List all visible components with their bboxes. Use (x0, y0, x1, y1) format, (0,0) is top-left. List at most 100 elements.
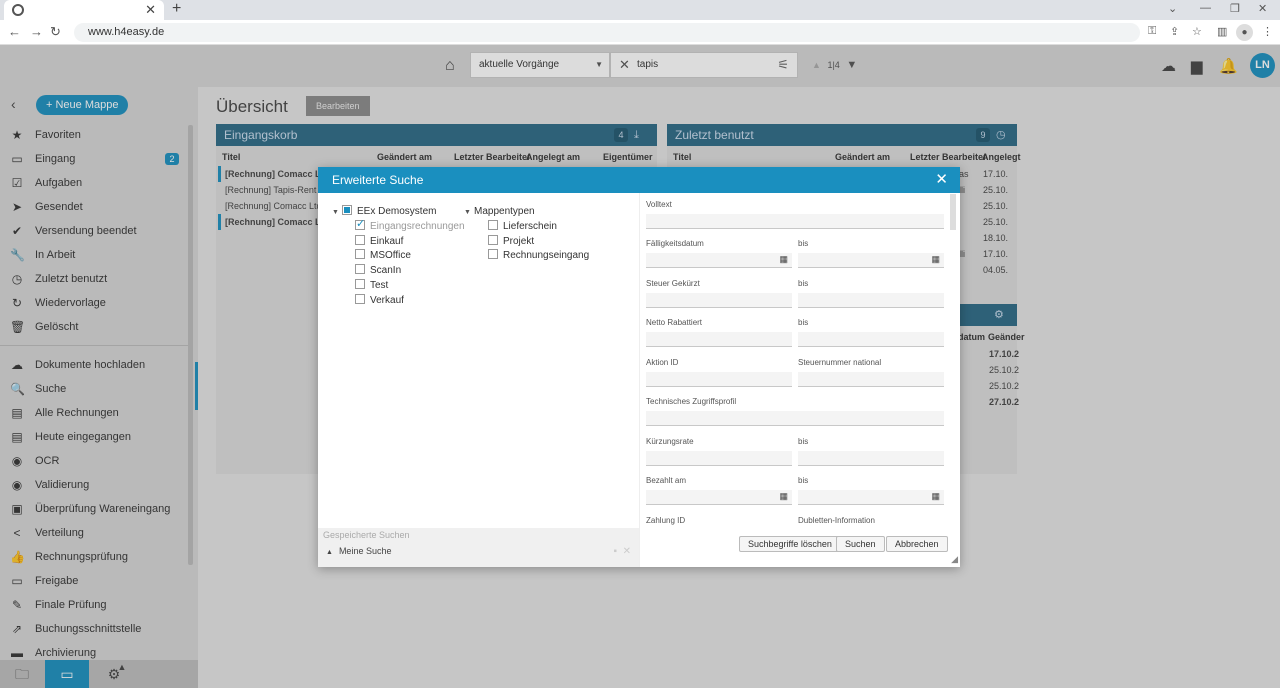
field-label: Dubletten-Information (798, 516, 875, 525)
tree-item-checkbox[interactable] (355, 234, 365, 245)
tree-item[interactable]: ScanIn (355, 263, 401, 278)
tree-item-label: Einkauf (370, 235, 404, 247)
tab-search-icon[interactable]: ⌄ (1168, 2, 1177, 15)
zugriffsprofil-input[interactable] (646, 411, 944, 426)
cancel-button[interactable]: Abbrechen (886, 536, 948, 552)
field-label: bis (798, 318, 809, 327)
tree-item[interactable]: Test (355, 278, 388, 293)
tree-item-checkbox[interactable] (488, 234, 498, 245)
back-icon[interactable]: ← (8, 24, 21, 39)
reload-icon[interactable]: ↻ (50, 24, 61, 40)
tree-item-checkbox[interactable] (355, 278, 365, 289)
tree-item[interactable]: Projekt (488, 234, 534, 249)
tree-item-checkbox[interactable] (355, 264, 365, 275)
faelligkeit-to-input[interactable]: ▦ (798, 253, 944, 268)
bezahlt-am-to-field: bis ▦ (798, 476, 944, 505)
delete-icon[interactable]: ✕ (623, 546, 631, 557)
tree-item-label: Rechnungseingang (503, 250, 590, 262)
tree-item[interactable]: MSOffice (355, 248, 411, 263)
saved-search-item[interactable]: ▲ Meine Suche (326, 546, 391, 556)
steuer-gekuerzt-to-input[interactable] (798, 293, 944, 308)
calendar-icon[interactable]: ▦ (779, 254, 788, 265)
tree-item-checkbox[interactable] (488, 220, 498, 230)
tree-item[interactable]: Eingangsrechnungen (355, 217, 465, 234)
resize-handle-icon[interactable]: ◢ (951, 554, 958, 565)
tree-item-label: Lieferschein (503, 221, 557, 232)
field-label: bis (798, 239, 809, 248)
tree-item[interactable]: Einkauf (355, 234, 403, 249)
search-button[interactable]: Suchen (836, 536, 885, 552)
bezahlt-am-field: Bezahlt am ▦ (646, 476, 792, 505)
tree-item-checkbox[interactable] (355, 249, 365, 260)
tree-root[interactable]: ▼ EEx Demosystem (332, 204, 436, 219)
kuerzungsrate-from-input[interactable] (646, 451, 792, 466)
tree-item[interactable]: Rechnungseingang (488, 248, 589, 263)
clear-terms-button[interactable]: Suchbegriffe löschen (739, 536, 841, 552)
new-tab-button[interactable]: + (172, 0, 181, 18)
browser-profile-icon[interactable]: ● (1236, 24, 1253, 41)
search-fields-pane: Volltext Fälligkeitsdatum ▦ bis ▦ Steuer… (639, 193, 960, 567)
root-checkbox[interactable] (342, 205, 352, 215)
kuerzungsrate-to-input[interactable] (798, 451, 944, 466)
tree-item-checkbox[interactable] (488, 249, 498, 260)
url-field[interactable]: www.h4easy.de (74, 23, 1140, 42)
tree-item-checkbox[interactable] (355, 293, 365, 304)
collapse-icon[interactable]: ▲ (326, 549, 333, 556)
zugriffsprofil-field: Technisches Zugriffsprofil (646, 397, 944, 426)
tree-item-label: Eingangsrechnungen (370, 221, 465, 232)
close-tab-icon[interactable]: ✕ (145, 2, 156, 18)
calendar-icon[interactable]: ▦ (779, 491, 788, 502)
faelligkeit-from-input[interactable]: ▦ (646, 253, 792, 268)
volltext-field: Volltext (646, 200, 944, 229)
tree-item-checkbox[interactable] (355, 217, 365, 232)
saved-search-actions: ▪ ✕ (614, 546, 632, 557)
browser-tab-bar: ✕ + ⌄ — ❐ ✕ (0, 0, 1280, 20)
saved-searches: Gespeicherte Suchen ▲ Meine Suche ▪ ✕ (318, 528, 639, 567)
tree-item-label: Verkauf (370, 294, 404, 306)
tree-item-label: ScanIn (370, 265, 402, 277)
tree-item[interactable]: Lieferschein (488, 219, 557, 234)
tree-item[interactable]: Verkauf (355, 293, 404, 308)
tree-mappentypen[interactable]: ▼ Mappentypen (464, 204, 535, 219)
bezahlt-am-from-input[interactable]: ▦ (646, 490, 792, 505)
calendar-icon[interactable]: ▦ (931, 254, 940, 265)
bezahlt-am-to-input[interactable]: ▦ (798, 490, 944, 505)
field-label: Bezahlt am (646, 476, 687, 485)
kuerzungsrate-to-field: bis (798, 437, 944, 466)
calendar-icon[interactable]: ▦ (931, 491, 940, 502)
volltext-input[interactable] (646, 214, 944, 229)
close-window-icon[interactable]: ✕ (1258, 2, 1267, 15)
share-icon[interactable]: ⇪ (1170, 25, 1179, 38)
field-label: Zahlung ID (646, 516, 686, 525)
minimize-icon[interactable]: — (1200, 2, 1211, 14)
tree-item-label: MSOffice (370, 250, 411, 262)
netto-rabattiert-to-input[interactable] (798, 332, 944, 347)
browser-tab[interactable]: ✕ (4, 0, 164, 20)
restore-icon[interactable]: ❐ (1230, 2, 1240, 15)
advanced-search-dialog: Erweiterte Suche ✕ ▼ EEx Demosystem Einga… (318, 167, 960, 567)
steuer-gekuerzt-from-input[interactable] (646, 293, 792, 308)
netto-rabattiert-from-input[interactable] (646, 332, 792, 347)
netto-rabattiert-to-field: bis (798, 318, 944, 347)
field-label: Steuer Gekürzt (646, 279, 700, 288)
favicon-icon (12, 4, 24, 16)
steuernummer-field: Steuernummer national (798, 358, 944, 387)
aktion-id-field: Aktion ID (646, 358, 792, 387)
faelligkeit-to-field: bis ▦ (798, 239, 944, 268)
aktion-id-input[interactable] (646, 372, 792, 387)
tree-item-label: Projekt (503, 235, 535, 247)
key-icon[interactable]: ⚿ (1148, 25, 1156, 38)
expand-icon[interactable]: ▼ (332, 205, 342, 220)
dubletten-field: Dubletten-Information (798, 516, 944, 528)
expand-icon[interactable]: ▼ (464, 205, 474, 220)
forward-icon[interactable]: → (30, 24, 43, 39)
close-icon[interactable]: ✕ (935, 167, 948, 193)
browser-menu-icon[interactable]: ⋮ (1262, 25, 1273, 38)
field-label: Volltext (646, 200, 672, 209)
steuernummer-input[interactable] (798, 372, 944, 387)
save-icon[interactable]: ▪ (614, 546, 618, 557)
field-label: bis (798, 279, 809, 288)
side-panel-icon[interactable]: ▥ (1217, 25, 1227, 38)
bookmark-star-icon[interactable]: ☆ (1192, 25, 1202, 38)
fields-scrollbar[interactable] (950, 194, 956, 230)
